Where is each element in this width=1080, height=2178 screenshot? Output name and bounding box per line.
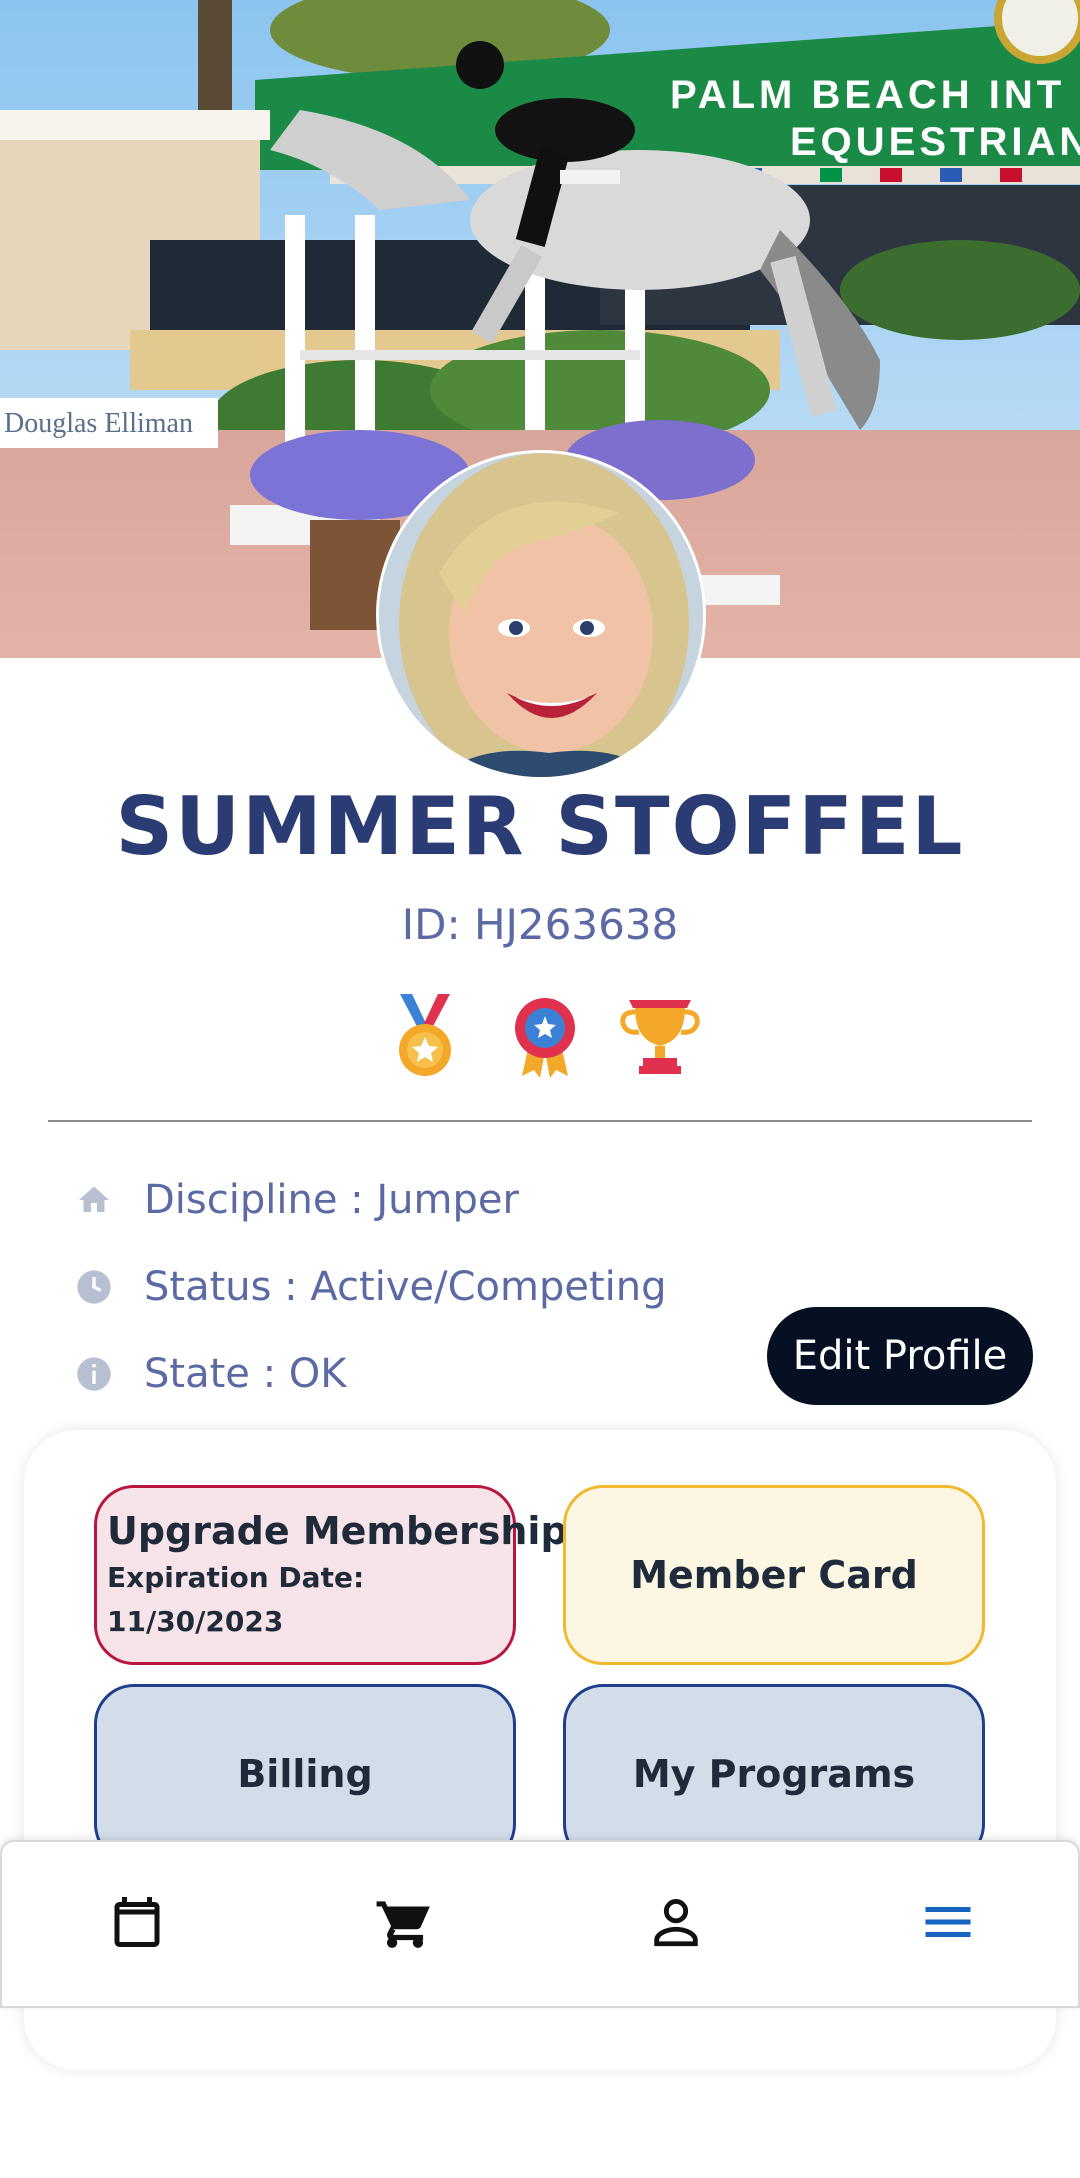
- billing-label: Billing: [237, 1752, 373, 1796]
- bottom-nav: [0, 1840, 1080, 2008]
- profile-name: SUMMER STOFFEL: [115, 780, 965, 873]
- banner-text-2: EQUESTRIAN: [790, 120, 1080, 164]
- status-text: Status : Active/Competing: [144, 1264, 667, 1310]
- menu-icon[interactable]: [898, 1872, 998, 1972]
- edit-profile-button[interactable]: Edit Profile: [767, 1307, 1033, 1405]
- discipline-text: Discipline : Jumper: [144, 1177, 519, 1223]
- upgrade-membership-button[interactable]: Upgrade Membership Expiration Date: 11/3…: [94, 1485, 568, 1665]
- sponsor-text: Douglas Elliman: [4, 408, 193, 439]
- state-text: State : OK: [144, 1351, 347, 1397]
- trophy-icon[interactable]: [615, 990, 705, 1080]
- cart-icon[interactable]: [355, 1872, 455, 1972]
- info-icon: [74, 1354, 114, 1394]
- home-icon: [74, 1180, 114, 1220]
- upgrade-title: Upgrade Membership: [107, 1509, 568, 1553]
- profile-avatar[interactable]: [376, 450, 706, 780]
- expiration-label: Expiration Date:: [107, 1561, 365, 1594]
- clock-icon: [74, 1267, 114, 1307]
- member-card-label: Member Card: [630, 1553, 918, 1597]
- member-id: ID: HJ263638: [401, 900, 679, 949]
- medal-icon[interactable]: [380, 990, 470, 1080]
- discipline-row: Discipline : Jumper: [74, 1170, 519, 1230]
- billing-button[interactable]: Billing: [94, 1684, 516, 1864]
- calendar-icon[interactable]: [87, 1872, 187, 1972]
- my-programs-label: My Programs: [632, 1752, 916, 1796]
- achievement-badges: [370, 990, 710, 1080]
- status-row: Status : Active/Competing: [74, 1257, 666, 1317]
- section-divider: [48, 1120, 1032, 1122]
- my-programs-button[interactable]: My Programs: [563, 1684, 985, 1864]
- member-card-button[interactable]: Member Card: [563, 1485, 985, 1665]
- banner-text-1: PALM BEACH INT: [670, 73, 1065, 117]
- expiration-date: 11/30/2023: [107, 1605, 284, 1638]
- rosette-icon[interactable]: [500, 990, 590, 1080]
- person-icon[interactable]: [626, 1872, 726, 1972]
- state-row: State : OK: [74, 1344, 347, 1404]
